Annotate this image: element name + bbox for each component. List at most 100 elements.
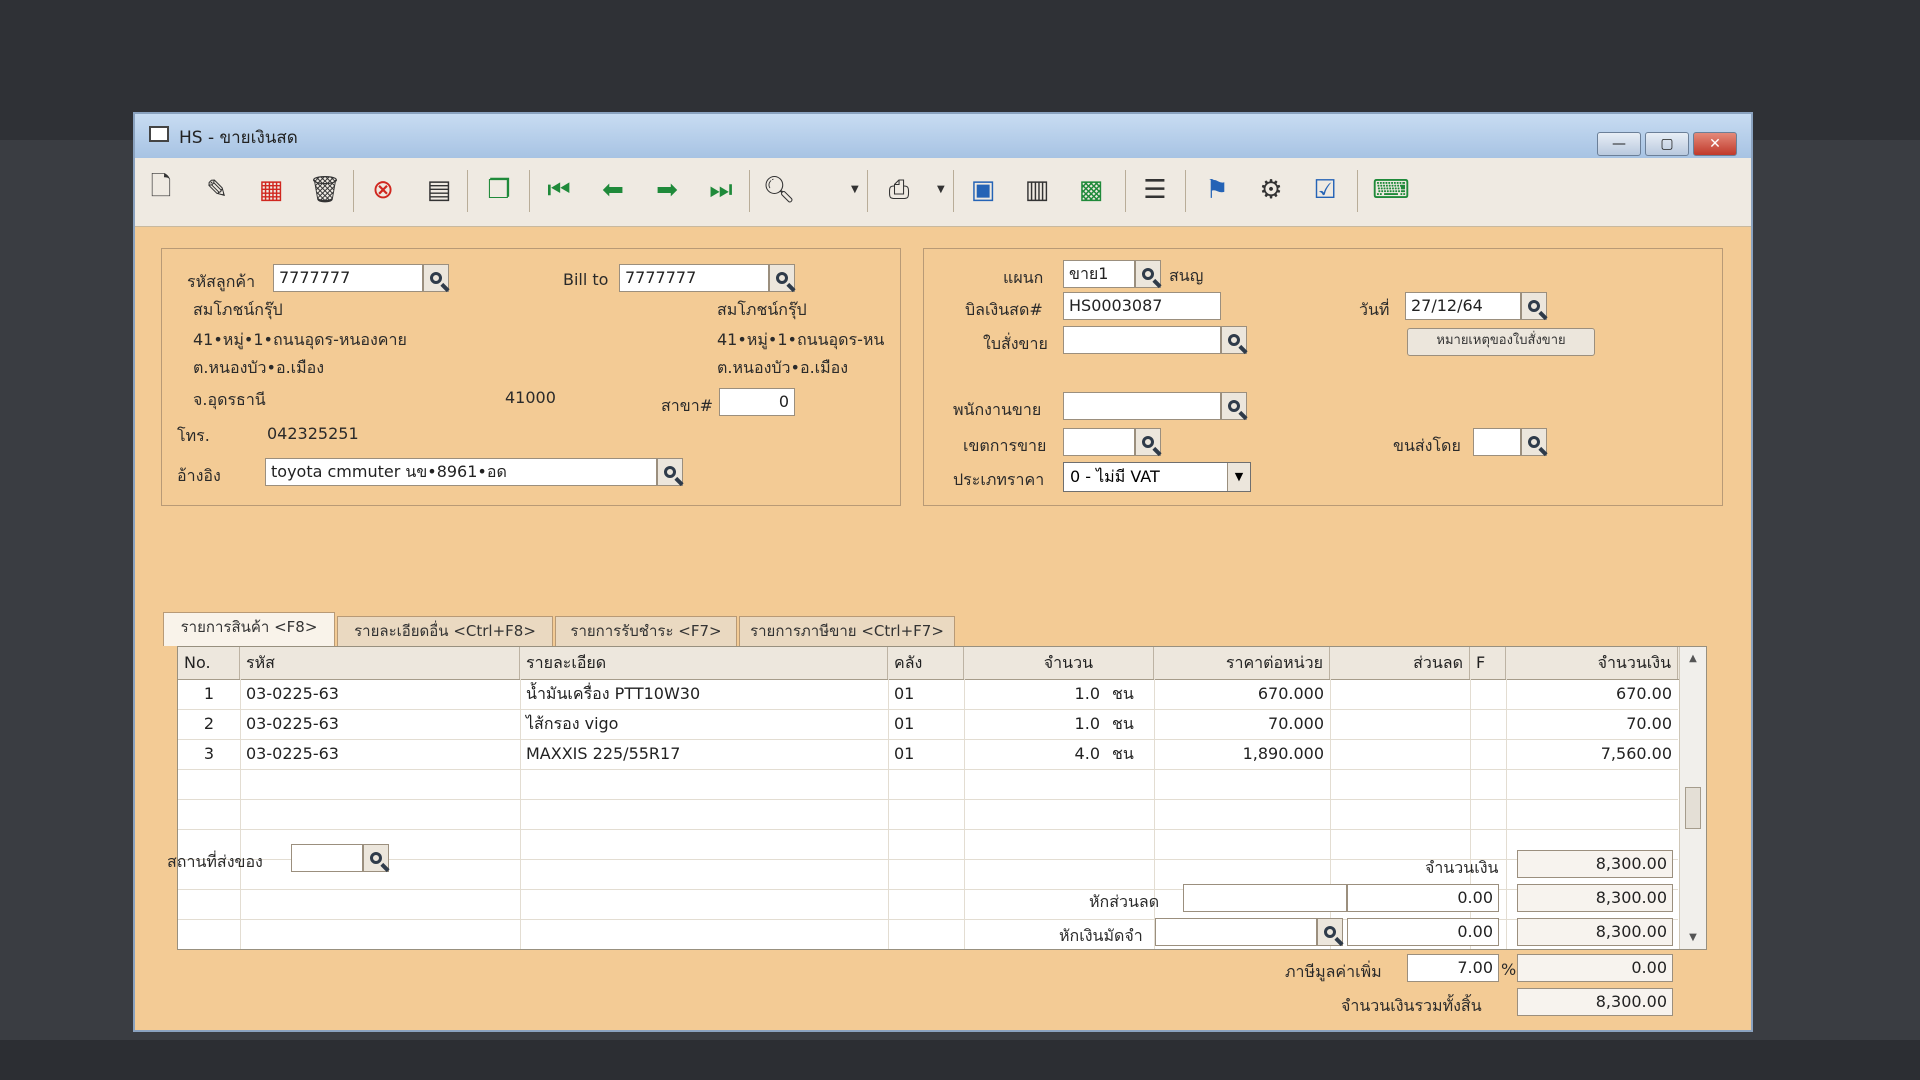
row-price: 670.000 bbox=[1257, 684, 1324, 703]
scroll-down-icon[interactable]: ▼ bbox=[1680, 932, 1706, 943]
row-warehouse: 01 bbox=[894, 714, 915, 733]
maximize-button[interactable]: ▢ bbox=[1645, 132, 1689, 156]
chevron-down-icon[interactable]: ▼ bbox=[1227, 463, 1250, 491]
ok-sheet-icon[interactable]: ▩ bbox=[1071, 170, 1111, 210]
reference-search-icon[interactable] bbox=[657, 458, 683, 486]
ship-by-field[interactable] bbox=[1473, 428, 1521, 456]
print-dropdown-icon[interactable]: ▼ bbox=[937, 184, 945, 195]
tab-sales-tax[interactable]: รายการภาษีขาย <Ctrl+F7> bbox=[739, 616, 955, 646]
deposit-value-field[interactable]: 0.00 bbox=[1347, 918, 1499, 946]
tab-other-details[interactable]: รายละเอียดอื่น <Ctrl+F8> bbox=[337, 616, 553, 646]
table-row[interactable] bbox=[178, 769, 1678, 800]
branch-field[interactable]: 0 bbox=[719, 388, 795, 416]
discount-text-field[interactable] bbox=[1183, 884, 1347, 912]
tab-items[interactable]: รายการสินค้า <F8> bbox=[163, 612, 335, 646]
tool-icon[interactable]: ⚙ bbox=[1251, 170, 1291, 210]
cancel-icon[interactable]: ⊗ bbox=[363, 170, 403, 210]
new-doc-icon[interactable]: 🗋 bbox=[141, 170, 181, 210]
col-no-header[interactable]: No. bbox=[178, 647, 240, 679]
next-record-icon[interactable]: ➡ bbox=[647, 170, 687, 210]
col-qty-header[interactable]: จำนวน bbox=[964, 647, 1154, 679]
col-code-header[interactable]: รหัส bbox=[240, 647, 520, 679]
department-field[interactable]: ขาย1 bbox=[1063, 260, 1135, 288]
scroll-thumb[interactable] bbox=[1685, 787, 1701, 829]
ship-by-search-icon[interactable] bbox=[1521, 428, 1547, 456]
trash-icon[interactable]: 🗑 bbox=[305, 170, 345, 210]
customer-address1: 41•หมู่•1•ถนนอุดร-หนองคาย bbox=[193, 330, 407, 349]
salesman-field[interactable] bbox=[1063, 392, 1221, 420]
vat-rate-field[interactable]: 7.00 bbox=[1407, 954, 1499, 982]
approve-icon[interactable]: ⚑ bbox=[1197, 170, 1237, 210]
row-amount: 70.00 bbox=[1626, 714, 1672, 733]
salesman-search-icon[interactable] bbox=[1221, 392, 1247, 420]
sales-order-note-button[interactable]: หมายเหตุของใบสั่งขาย bbox=[1407, 328, 1595, 356]
reference-field[interactable]: toyota cmmuter นข•8961•อด bbox=[265, 458, 657, 486]
print-icon[interactable]: ⎙ bbox=[879, 170, 919, 210]
grid-header: No. รหัส รายละเอียด คลัง จำนวน ราคาต่อหน… bbox=[178, 647, 1706, 680]
col-flag-header[interactable]: F bbox=[1470, 647, 1506, 679]
row-flag bbox=[1470, 709, 1506, 739]
date-picker-icon[interactable] bbox=[1521, 292, 1547, 320]
col-discount-header[interactable]: ส่วนลด bbox=[1330, 647, 1470, 679]
title-bar[interactable]: HS - ขายเงินสด — ▢ ✕ bbox=[135, 114, 1751, 158]
table-row[interactable]: 1 03-0225-63 น้ำมันเครื่อง PTT10W30 01 1… bbox=[178, 679, 1678, 710]
save-icon[interactable]: ▤ bbox=[419, 170, 459, 210]
row-unit: ชน bbox=[1112, 744, 1134, 763]
billto-search-icon[interactable] bbox=[769, 264, 795, 292]
last-record-icon[interactable]: ⏭ bbox=[701, 170, 741, 210]
vat-amount-field: 0.00 bbox=[1517, 954, 1673, 982]
customer-name: สมโภชน์กรุ๊ป bbox=[193, 300, 283, 319]
price-type-select[interactable]: 0 - ไม่มี VAT ▼ bbox=[1063, 462, 1251, 492]
col-amount-header[interactable]: จำนวนเงิน bbox=[1506, 647, 1678, 679]
previous-record-icon[interactable]: ⬅ bbox=[593, 170, 633, 210]
scroll-up-icon[interactable]: ▲ bbox=[1680, 653, 1706, 664]
date-field[interactable]: 27/12/64 bbox=[1405, 292, 1521, 320]
ship-place-field[interactable] bbox=[291, 844, 363, 872]
find-icon[interactable]: 🔍︎ bbox=[759, 170, 799, 210]
discount-value-field[interactable]: 0.00 bbox=[1347, 884, 1499, 912]
col-desc-header[interactable]: รายละเอียด bbox=[520, 647, 888, 679]
row-qty: 1.0 bbox=[1074, 714, 1100, 733]
attach-icon[interactable]: ⌨ bbox=[1371, 170, 1411, 210]
table-row[interactable] bbox=[178, 799, 1678, 830]
row-qty: 1.0 bbox=[1074, 684, 1100, 703]
col-price-header[interactable]: ราคาต่อหน่วย bbox=[1154, 647, 1330, 679]
ok-doc-icon[interactable]: ☑ bbox=[1305, 170, 1345, 210]
sheet-icon[interactable]: ▥ bbox=[1017, 170, 1057, 210]
deposit-text-field[interactable] bbox=[1155, 918, 1317, 946]
row-no: 1 bbox=[203, 684, 215, 703]
calculator-icon[interactable]: ▣ bbox=[963, 170, 1003, 210]
find-dropdown-icon[interactable]: ▼ bbox=[851, 184, 859, 195]
table-row[interactable]: 2 03-0225-63 ไส้กรอง vigo 01 1.0 ชน 70.0… bbox=[178, 709, 1678, 740]
copy-icon[interactable]: ❐ bbox=[479, 170, 519, 210]
sales-order-field[interactable] bbox=[1063, 326, 1221, 354]
close-button[interactable]: ✕ bbox=[1693, 132, 1737, 156]
sales-area-field[interactable] bbox=[1063, 428, 1135, 456]
tab-payments[interactable]: รายการรับชำระ <F7> bbox=[555, 616, 737, 646]
bill-number-field[interactable]: HS0003087 bbox=[1063, 292, 1221, 320]
customer-search-icon[interactable] bbox=[423, 264, 449, 292]
toolbar: 🗋 ✎ ▦ 🗑 ⊗ ▤ ❐ ⏮ ⬅ ➡ ⏭ 🔍︎ ▼ ⎙ ▼ ▣ ▥ ▩ ☰ ⚑… bbox=[135, 158, 1751, 227]
billto-field[interactable]: 7777777 bbox=[619, 264, 769, 292]
billto-label: Bill to bbox=[563, 270, 609, 289]
deposit-search-icon[interactable] bbox=[1317, 918, 1343, 946]
customer-code-field[interactable]: 7777777 bbox=[273, 264, 423, 292]
ship-place-search-icon[interactable] bbox=[363, 844, 389, 872]
vat-label: ภาษีมูลค่าเพิ่ม bbox=[1285, 962, 1382, 981]
sales-area-search-icon[interactable] bbox=[1135, 428, 1161, 456]
report-icon[interactable]: ☰ bbox=[1135, 170, 1175, 210]
grid-scrollbar[interactable]: ▲ ▼ bbox=[1679, 647, 1706, 949]
salesman-label: พนักงานขาย bbox=[953, 400, 1042, 419]
vat-percent-sign: % bbox=[1501, 960, 1517, 979]
department-search-icon[interactable] bbox=[1135, 260, 1161, 288]
first-record-icon[interactable]: ⏮ bbox=[539, 170, 579, 210]
sales-order-search-icon[interactable] bbox=[1221, 326, 1247, 354]
void-icon[interactable]: ▦ bbox=[251, 170, 291, 210]
date-label: วันที่ bbox=[1359, 300, 1390, 319]
table-row[interactable]: 3 03-0225-63 MAXXIS 225/55R17 01 4.0 ชน … bbox=[178, 739, 1678, 770]
col-warehouse-header[interactable]: คลัง bbox=[888, 647, 964, 679]
minimize-button[interactable]: — bbox=[1597, 132, 1641, 156]
amount-field: 8,300.00 bbox=[1517, 850, 1673, 878]
edit-icon[interactable]: ✎ bbox=[197, 170, 237, 210]
row-warehouse: 01 bbox=[894, 684, 915, 703]
